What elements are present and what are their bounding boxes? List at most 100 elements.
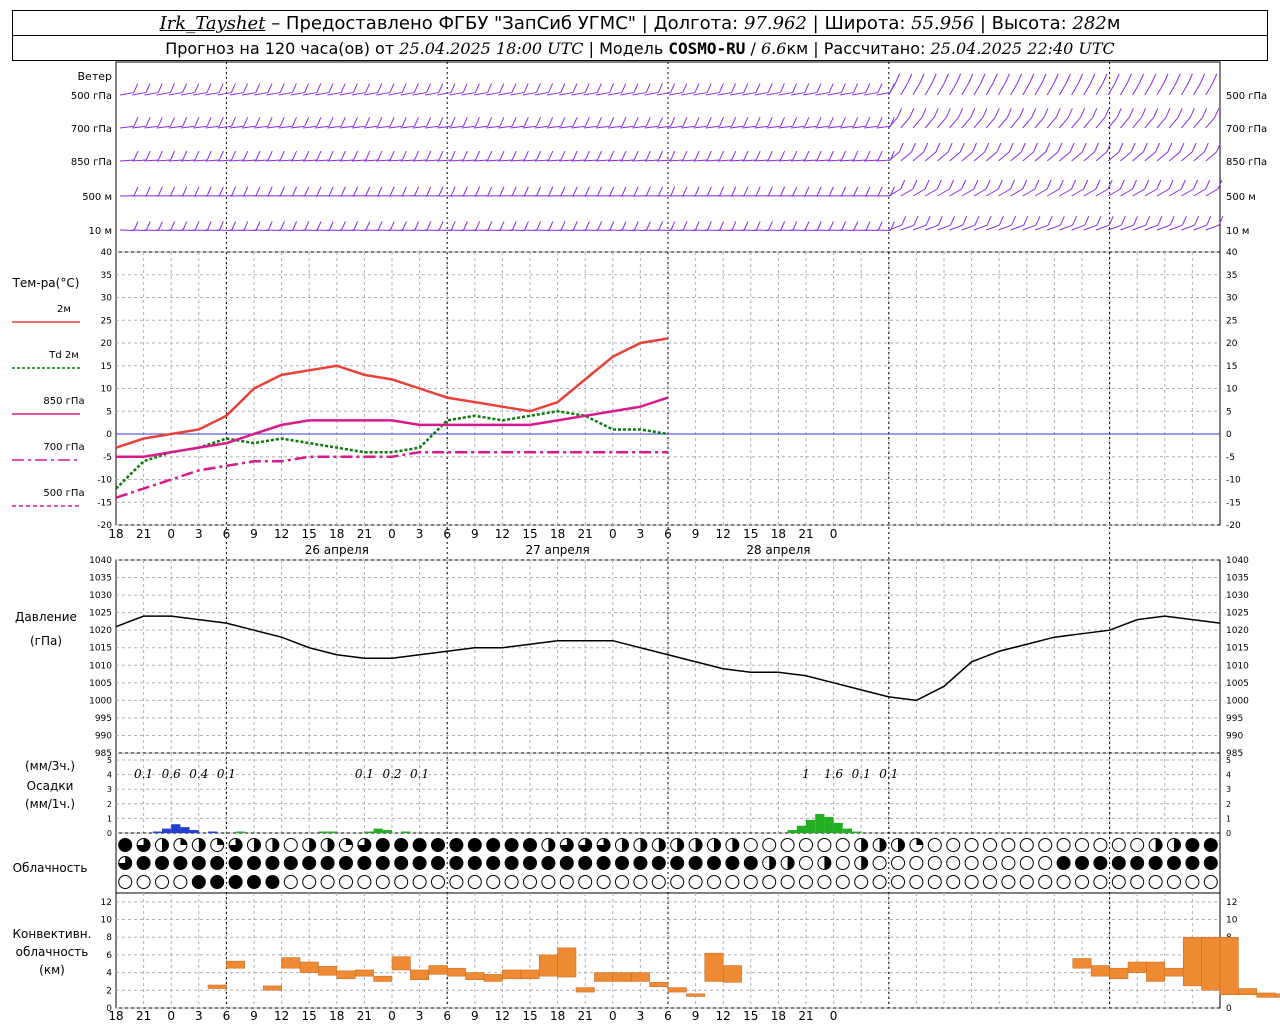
cloud-symbol [1093,838,1108,852]
wind-barb [1180,82,1189,96]
wind-barb-flag [536,221,542,231]
wind-barb [437,92,452,96]
wind-barb-flag [279,117,285,127]
wind-barb [571,92,586,96]
wind-barb [119,92,134,96]
wind-barb-flag [609,221,615,231]
precip-bar [152,831,162,833]
conv-bar [612,972,632,982]
wind-barb-flag [755,83,761,93]
wind-barb [241,92,256,96]
wind-barb-flag [706,117,712,127]
cloud-symbol [320,875,335,889]
conv-bar [1274,993,1280,998]
wind-barb [461,159,476,162]
wind-barb [1168,188,1182,197]
conv-bar [318,966,338,976]
wind-barb-flag [633,221,639,231]
cloud-symbol [1038,856,1053,870]
cloud-symbol [1056,838,1071,852]
wind-barb-flag [377,150,383,161]
wind-barb-flag [959,142,965,153]
wind-barb [424,92,439,96]
wind-barb [1156,151,1169,162]
wind-barb [754,125,769,129]
wind-barb [327,92,342,96]
wind-barb-flag [389,150,395,161]
wind-barb-flag [133,150,139,161]
wind-barb-flag [921,108,927,118]
pressure-tick-left: 1000 [89,696,112,706]
cloud-symbol [854,875,869,889]
cloud-symbol [688,875,703,889]
wind-barb [1034,116,1045,129]
wind-barb [351,159,366,162]
cloud-symbol-fill [670,856,684,870]
wind-barb-flag [1047,216,1053,226]
wind-barb [254,92,269,96]
wind-barb-flag [414,221,420,231]
precip-unit-3h: (мм/3ч.) [25,759,75,773]
wind-barb-flag [1065,73,1071,84]
cloud-symbol [1203,875,1218,889]
wind-barb-flag [231,117,236,127]
wind-barb-flag [841,186,847,196]
conv-bar [465,972,485,980]
wind-barb-flag [499,186,505,196]
wind-barb-flag [645,83,651,93]
wind-barb [1168,151,1181,162]
wind-barb [205,159,220,162]
wind-barb [278,159,293,162]
conv-bar [575,987,595,993]
wind-barb-flag [1034,179,1040,190]
wind-barb [1205,82,1214,96]
temp-title: Тем-ра(°C) [12,276,80,290]
cloud-symbol-fill [1155,838,1163,852]
cloud-symbol-fill [707,856,721,870]
conv-hour-tick: 21 [578,1009,593,1023]
wind-barb-flag [780,186,786,196]
wind-barb [229,159,244,162]
wind-barb-flag [511,150,517,161]
wind-barb [937,224,951,231]
wind-barb [119,125,134,129]
wind-barb-flag [231,150,237,161]
wind-barb [985,188,999,197]
wind-barb-flag [633,186,639,196]
wind-barb [1071,224,1085,231]
pressure-tick-left: 1025 [89,609,112,619]
wind-barb [1132,82,1141,96]
cloud-symbol [946,838,961,852]
conv-hour-tick: 0 [388,1009,396,1023]
wind-barb-flag [328,83,334,93]
wind-barb-flag [255,117,261,127]
cloud-symbol [983,875,997,889]
cloud-symbol-fill [327,838,335,852]
temp-tick-left: -15 [97,498,112,508]
wind-barb-flag [328,186,334,196]
wind-barb-flag [255,83,261,93]
wind-barb-flag [1022,179,1028,190]
wind-barb-flag [901,216,907,226]
wind-barb-flag [1083,179,1089,190]
wind-barb [644,92,659,96]
wind-barb [119,159,135,162]
wind-barb-flag [206,150,212,161]
wind-barb [254,125,269,129]
wind-barb-flag [950,216,956,226]
wind-barb-flag [597,186,603,196]
wind-barb-flag [633,83,639,93]
wind-barb-flag [609,186,615,196]
cloud-symbol-fill [229,875,243,889]
wind-barb-flag [267,150,273,161]
wind-barb-flag [1067,108,1073,118]
wind-barb [620,92,635,96]
wind-barb-flag [1120,216,1126,226]
wind-barb [437,159,452,162]
wind-barb-flag [182,83,188,93]
wind-barb [620,159,635,162]
wind-barb [998,151,1010,162]
wind-barb [656,92,671,96]
temp-hour-tick: 12 [495,527,510,541]
wind-barb-flag [1205,179,1211,190]
